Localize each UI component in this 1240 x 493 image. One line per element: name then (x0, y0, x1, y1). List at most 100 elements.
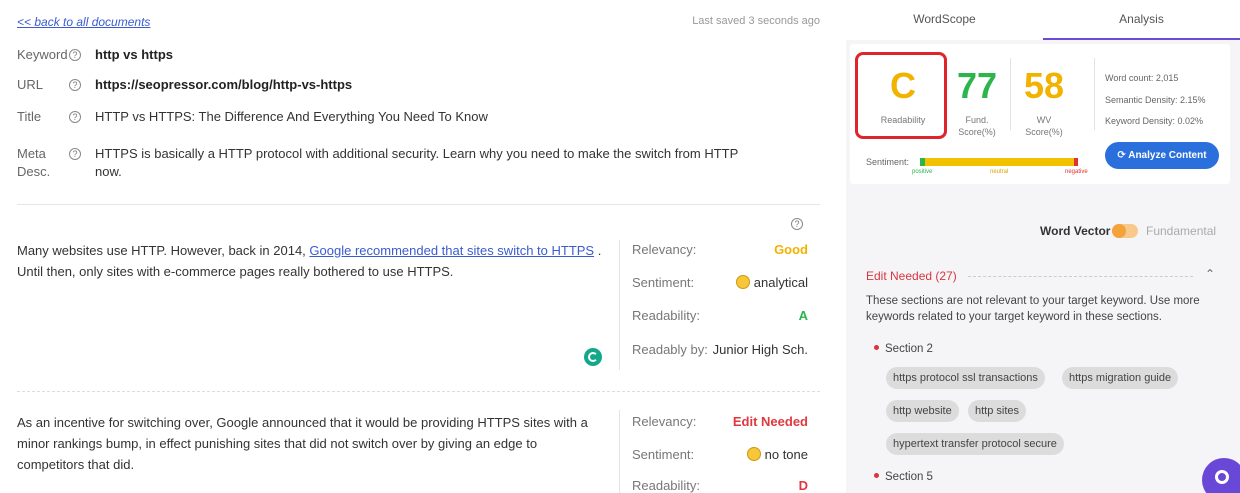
keyword-chip[interactable]: http website (886, 400, 959, 422)
url-row: URL ? https://seopressor.com/blog/http-v… (17, 76, 352, 94)
keyword-label: Keyword (17, 47, 68, 62)
section-2-label: Section 2 (885, 343, 933, 355)
help-glyph: ? (69, 111, 81, 123)
sentiment-value: no tone (764, 447, 808, 462)
back-to-documents-link[interactable]: << back to all documents (17, 15, 150, 29)
title-row: Title ? HTTP vs HTTPS: The Difference An… (17, 108, 488, 126)
paragraph-line: competitors that did. (17, 457, 135, 472)
collapse-chevron-icon[interactable]: ⌃ (1205, 267, 1215, 281)
red-dot-icon (874, 473, 879, 478)
help-icon[interactable]: ? (69, 46, 95, 64)
edit-needed-description: These sections are not relevant to your … (866, 295, 1200, 323)
fundamental-score: 77 Fund. Score(%) (950, 66, 1004, 138)
paragraph-line: As an incentive for switching over, Goog… (17, 415, 588, 430)
score-separator (1094, 58, 1095, 130)
readability-value: A (798, 308, 808, 323)
chat-support-icon[interactable] (1202, 458, 1240, 493)
meta-desc-value[interactable]: HTTPS is basically a HTTP protocol with … (95, 145, 795, 181)
keyword-chip[interactable]: http sites (968, 400, 1027, 422)
meta-desc-label: Meta Desc. (17, 145, 69, 181)
vector-mode-toggle[interactable] (1112, 224, 1138, 238)
grammarly-icon[interactable] (584, 348, 602, 366)
relevancy-label: Relevancy: (632, 242, 697, 257)
readably-label: Readably by: (632, 342, 708, 357)
section-paragraph[interactable]: Many websites use HTTP. However, back in… (17, 240, 609, 282)
meta-desc-line-2: now. (95, 164, 122, 179)
google-recommendation-link[interactable]: Google recommended that sites switch to … (309, 243, 594, 258)
relevancy-metric: Relevancy: Good (632, 242, 808, 257)
sentiment-bar (920, 158, 1078, 166)
help-icon[interactable]: ? (69, 145, 95, 181)
sentiment-negative-label: negative (1065, 169, 1088, 175)
tab-wordscope[interactable]: WordScope (846, 0, 1043, 40)
relevancy-value: Good (774, 242, 808, 257)
title-value[interactable]: HTTP vs HTTPS: The Difference And Everyt… (95, 108, 488, 126)
section-paragraph[interactable]: As an incentive for switching over, Goog… (17, 412, 609, 475)
relevancy-label: Relevancy: (632, 414, 697, 429)
help-icon[interactable]: ? (69, 108, 95, 126)
readability-highlight-box (855, 52, 947, 139)
relevancy-value: Edit Needed (732, 414, 808, 429)
readably-value: Junior High Sch. (712, 342, 808, 357)
readability-metric: Readability: A (632, 308, 808, 323)
help-glyph: ? (69, 79, 81, 91)
word-vector-label: Word Vector (1040, 224, 1111, 238)
meta-desc-line-1: HTTPS is basically a HTTP protocol with … (95, 146, 739, 161)
meta-label-line-2: Desc. (17, 164, 51, 179)
url-value[interactable]: https://seopressor.com/blog/http-vs-http… (95, 76, 352, 94)
help-glyph: ? (69, 49, 81, 61)
fund-score-value: 77 (956, 65, 998, 106)
section-help-icon[interactable]: ? (791, 218, 803, 230)
word-count: Word count: 2,015 (1105, 73, 1179, 83)
fund-score-label-1: Fund. (965, 115, 989, 125)
sentiment-value-wrap: no tone (746, 447, 808, 462)
keyword-chip[interactable]: https protocol ssl transactions (886, 367, 1045, 389)
score-separator (1010, 58, 1011, 130)
sentiment-neutral-label: neutral (990, 169, 1009, 175)
section-separator (619, 240, 620, 370)
keyword-chip[interactable]: hypertext transfer protocol secure (886, 433, 1064, 455)
sentiment-label: Sentiment: (632, 447, 695, 462)
sentiment-metric: Sentiment: analytical (632, 275, 808, 290)
keyword-row: Keyword ? http vs https (17, 46, 173, 64)
url-label: URL (17, 77, 44, 92)
meta-label-line-1: Meta (17, 146, 46, 161)
sentiment-value-wrap: analytical (735, 275, 808, 290)
section-divider (17, 391, 820, 392)
section-5-label: Section 5 (885, 471, 933, 483)
sentiment-negative-segment (1074, 158, 1078, 166)
panel-tabs: WordScope Analysis (846, 0, 1240, 40)
fundamental-label: Fundamental (1146, 224, 1217, 238)
analyze-content-button[interactable]: ⟳ Analyze Content (1105, 142, 1219, 169)
readability-metric: Readability: D (632, 478, 808, 493)
sentiment-label: Sentiment: (632, 275, 695, 290)
sentiment-positive-segment (920, 158, 925, 166)
edit-needed-title[interactable]: Edit Needed (27) (866, 269, 957, 283)
tab-analysis[interactable]: Analysis (1043, 0, 1240, 40)
sentiment-metric: Sentiment: no tone (632, 447, 808, 462)
help-icon[interactable]: ? (69, 76, 95, 94)
readability-value: D (798, 478, 808, 493)
readability-label: Readability: (632, 308, 700, 323)
keyword-chip[interactable]: https migration guide (1062, 367, 1179, 389)
fund-score-label-2: Score(%) (958, 127, 996, 137)
header-divider (17, 204, 820, 205)
keyword-density: Keyword Density: 0.02% (1105, 116, 1204, 126)
sentiment-value: analytical (753, 275, 808, 290)
keyword-value[interactable]: http vs https (95, 46, 173, 64)
paragraph-text: Many websites use HTTP. However, back in… (17, 243, 306, 258)
analyze-label: Analyze Content (1128, 150, 1207, 161)
wv-score-label-1: WV (1036, 115, 1052, 125)
wv-score-value: 58 (1023, 65, 1065, 106)
readably-by-metric: Readably by: Junior High Sch. (632, 342, 808, 357)
section-separator (619, 410, 620, 493)
readability-label: Readability: (632, 478, 700, 493)
sentiment-label: Sentiment: (866, 157, 910, 167)
section-item-5[interactable]: Section 5 (874, 471, 933, 483)
red-dot-icon (874, 345, 879, 350)
editor-pane: << back to all documents Last saved 3 se… (0, 0, 836, 493)
analytical-emoji-icon (735, 275, 750, 289)
edit-needed-divider (968, 276, 1193, 277)
neutral-emoji-icon (746, 447, 761, 461)
section-item-2[interactable]: Section 2 (874, 343, 933, 355)
